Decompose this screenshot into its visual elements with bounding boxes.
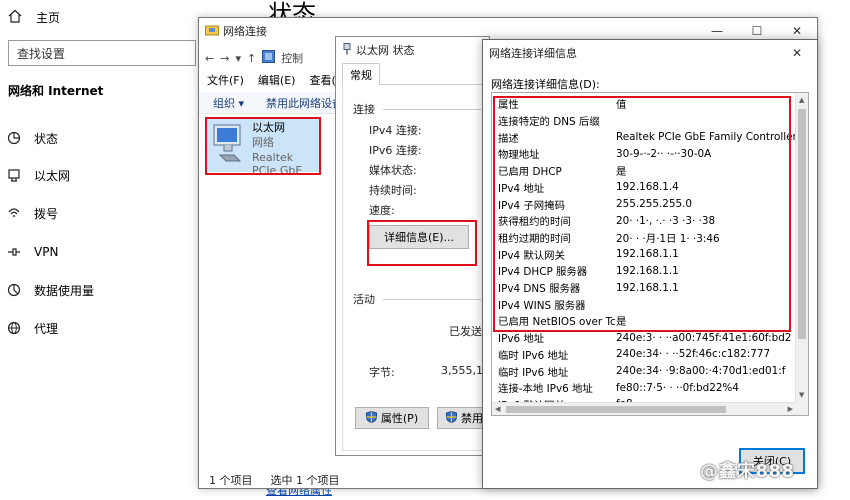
nav-item-ethernet[interactable]: 以太网: [6, 163, 196, 187]
selected-count: 选中 1 个项目: [270, 474, 340, 487]
back-arrow-icon[interactable]: ←: [205, 52, 214, 65]
menu-edit[interactable]: 编辑(E): [258, 72, 296, 88]
list-item[interactable]: 连接-本地 IPv6 地址 fe80::7·5· · ··0f:bd22%4: [492, 379, 796, 396]
list-item[interactable]: 临时 IPv6 地址 240e:34· ·9:8a00:·4:70d1:ed01:…: [492, 363, 796, 380]
item-count: 1 个项目: [209, 474, 253, 487]
highlight-box: [493, 96, 791, 332]
title-bar: 网络连接详细信息 ✕: [483, 40, 817, 66]
general-panel: 连接 IPv4 连接: IPv6 连接: 媒体状态: 持续时间: 速度: 详细信…: [342, 85, 490, 451]
highlight-box: [205, 117, 321, 175]
organize-button[interactable]: 组织 ▾: [213, 95, 244, 111]
tab-general[interactable]: 常规: [342, 63, 380, 87]
shield-icon: [446, 410, 457, 426]
ethernet-icon: [6, 167, 22, 183]
window-title: 网络连接: [223, 25, 267, 38]
network-folder-icon: [205, 24, 219, 39]
network-details-dialog: 网络连接详细信息 ✕ 网络连接详细信息(D): 属性 值 连接特定的 DNS 后…: [482, 39, 818, 489]
list-item[interactable]: 临时 IPv6 地址 240e:34· · ··52f:46c:c182:777: [492, 346, 796, 363]
nav-label: 以太网: [34, 168, 71, 183]
value-cell: fe80::7·5· · ··0f:bd22%4: [616, 381, 739, 394]
home-label: 主页: [36, 10, 61, 25]
value-cell: 240e:34· ·9:8a00:·4:70d1:ed01:f: [616, 365, 786, 377]
divider: [383, 109, 481, 110]
ipv4-connection-label: IPv4 连接:: [369, 124, 422, 137]
horizontal-scrollbar[interactable]: ◀ ▶: [492, 402, 796, 415]
activity-group-label: 活动: [353, 293, 375, 306]
scroll-left-icon[interactable]: ◀: [495, 405, 500, 413]
scroll-thumb[interactable]: [798, 109, 806, 339]
ethernet-icon: [342, 42, 352, 58]
properties-button[interactable]: 属性(P): [355, 407, 429, 429]
ethernet-status-dialog: 以太网 状态 常规 连接 IPv4 连接: IPv6 连接: 媒体状态: 持续时…: [335, 36, 490, 456]
dialog-title: 以太网 状态: [356, 44, 415, 57]
ipv6-connection-label: IPv6 连接:: [369, 144, 422, 157]
dropdown-chevron-icon[interactable]: ▾: [235, 52, 241, 65]
connection-group-label: 连接: [353, 103, 375, 116]
data-usage-icon: [6, 282, 22, 298]
shield-icon: [365, 410, 377, 426]
sent-label: 已发送: [449, 325, 482, 338]
disable-button[interactable]: 禁用: [437, 407, 487, 429]
highlight-box: [367, 220, 477, 266]
property-cell: IPv6 地址: [498, 333, 545, 346]
nav-item-dialup[interactable]: 拨号: [6, 201, 196, 225]
speed-label: 速度:: [369, 204, 395, 217]
disable-device-button[interactable]: 禁用此网络设备: [266, 95, 343, 111]
scroll-right-icon[interactable]: ▶: [788, 405, 793, 413]
property-cell: 临时 IPv6 地址: [498, 366, 569, 379]
title-bar: 以太网 状态: [336, 37, 489, 63]
details-caption: 网络连接详细信息(D):: [491, 78, 600, 91]
media-state-label: 媒体状态:: [369, 164, 417, 177]
status-bar: 1 个项目 选中 1 个项目: [209, 472, 340, 488]
nav-label: 数据使用量: [34, 283, 95, 298]
scroll-down-icon[interactable]: ▼: [799, 391, 804, 399]
duration-label: 持续时间:: [369, 184, 417, 197]
menu-file[interactable]: 文件(F): [207, 72, 244, 88]
section-title: 网络和 Internet: [8, 84, 104, 98]
bytes-label: 字节:: [369, 366, 395, 379]
nav-label: 代理: [34, 321, 59, 336]
watermark-text: @鑫宋888: [700, 461, 795, 482]
nav-label: VPN: [34, 245, 59, 259]
proxy-icon: [6, 320, 22, 336]
divider: [383, 299, 481, 300]
vertical-scrollbar[interactable]: ▲ ▼: [795, 93, 808, 415]
nav-label: 状态: [34, 131, 59, 146]
property-cell: 临时 IPv6 地址: [498, 349, 569, 362]
home-nav-item[interactable]: 主页: [8, 6, 198, 28]
value-cell: 240e:3· · ··a00:745f:41e1:60f:bd2: [616, 331, 792, 344]
scroll-thumb[interactable]: [506, 406, 726, 413]
disable-button-label: 禁用: [461, 412, 483, 425]
settings-search-input[interactable]: 查找设置: [8, 40, 196, 66]
nav-label: 拨号: [34, 206, 59, 221]
menu-bar: 文件(F) 编辑(E) 查看(V): [207, 72, 348, 88]
value-cell: 240e:34· · ··52f:46c:c182:777: [616, 348, 771, 361]
forward-arrow-icon[interactable]: →: [220, 52, 229, 65]
scroll-up-icon[interactable]: ▲: [799, 96, 804, 104]
dialog-title: 网络连接详细信息: [489, 47, 577, 60]
nav-item-status[interactable]: 状态: [6, 126, 196, 150]
control-panel-icon: [262, 50, 276, 66]
nav-item-proxy[interactable]: 代理: [6, 316, 196, 340]
nav-item-vpn[interactable]: VPN: [6, 240, 196, 264]
properties-button-label: 属性(P): [380, 412, 419, 425]
property-cell: 连接-本地 IPv6 地址: [498, 383, 593, 396]
up-arrow-icon[interactable]: ↑: [247, 52, 256, 65]
address-text[interactable]: 控制: [281, 50, 303, 66]
nav-item-data-usage[interactable]: 数据使用量: [6, 278, 196, 302]
tab-strip: 常规: [342, 63, 484, 87]
vpn-icon: [6, 244, 22, 260]
home-icon: [8, 9, 22, 26]
status-icon: [6, 130, 22, 146]
close-icon[interactable]: ✕: [777, 40, 817, 66]
dialup-icon: [6, 205, 22, 221]
